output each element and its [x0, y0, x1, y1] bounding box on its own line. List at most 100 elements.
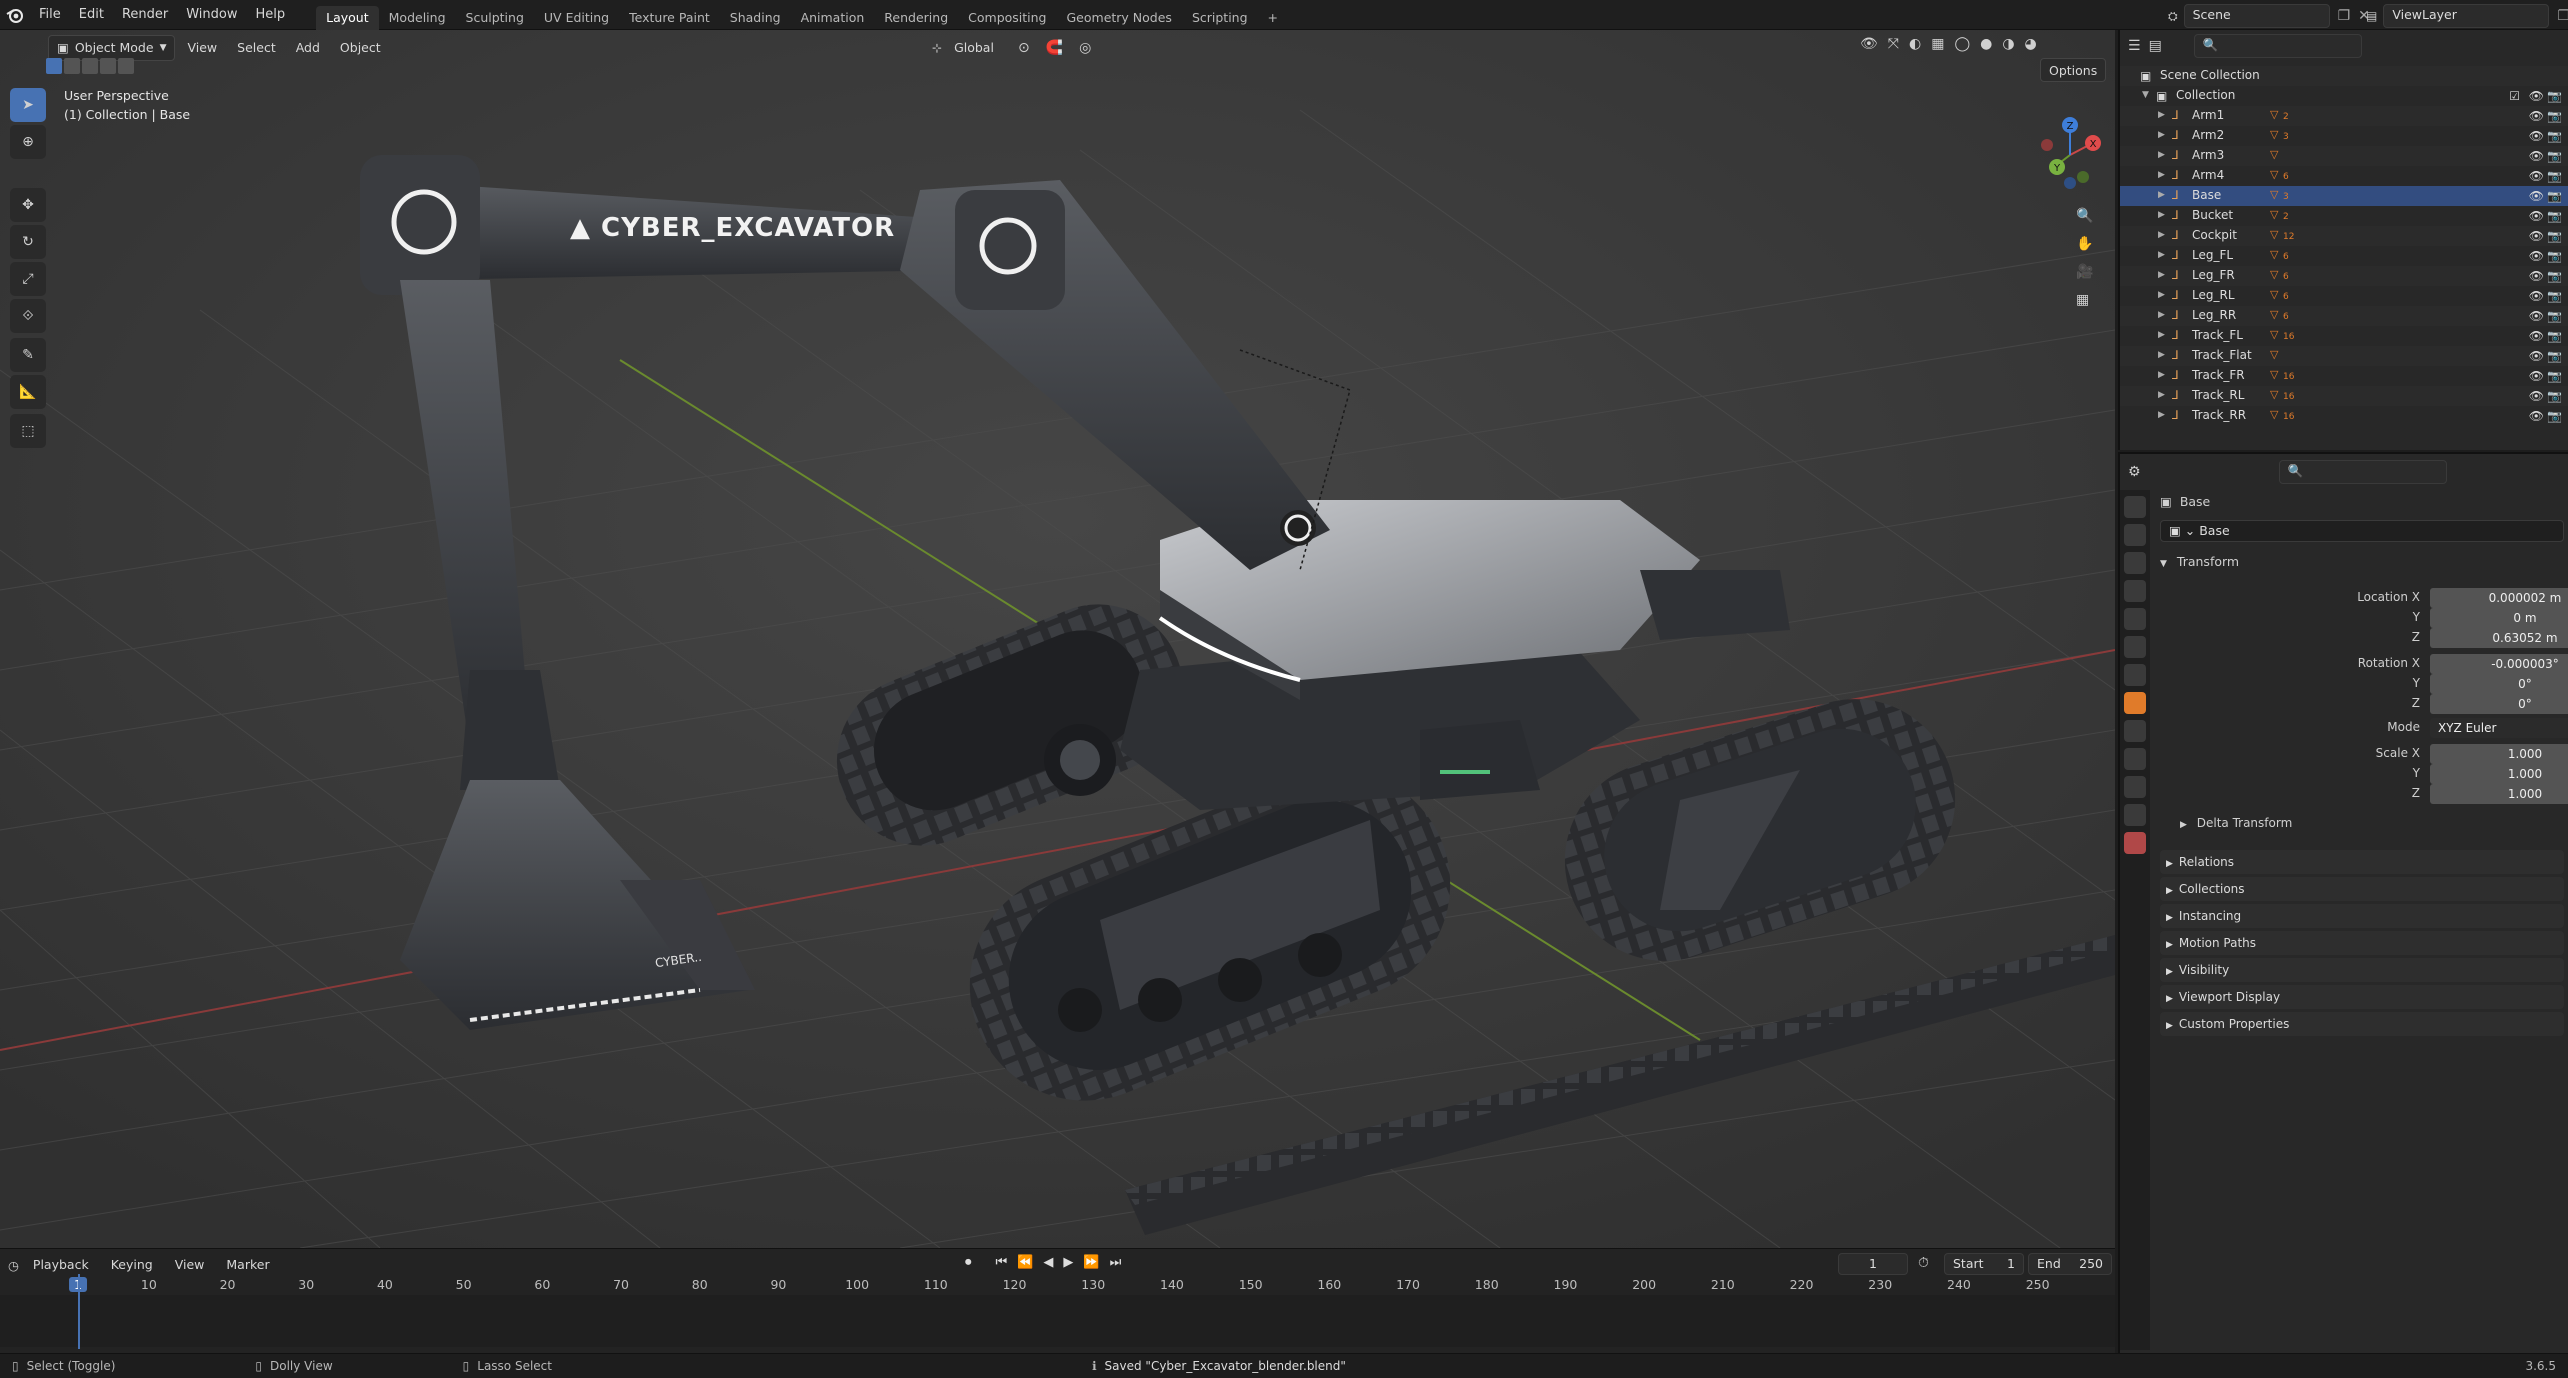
eye-icon[interactable]: 👁: [2529, 189, 2544, 203]
delta-transform-header[interactable]: ▶ Delta Transform: [2180, 816, 2292, 830]
collection-row[interactable]: ▼ ▣ Collection ☑ 👁 📷: [2120, 86, 2568, 106]
render-camera-icon[interactable]: 📷: [2547, 109, 2562, 123]
menu-view[interactable]: View: [179, 36, 225, 60]
scale-tool[interactable]: ⤢: [10, 262, 46, 296]
outliner-item-arm3[interactable]: ▶ ⅃ Arm3 ▽ 👁 📷: [2120, 146, 2568, 166]
outliner-item-arm2[interactable]: ▶ ⅃ Arm2 ▽ 3 👁 📷: [2120, 126, 2568, 146]
expand-arrow-icon[interactable]: ▶: [2158, 170, 2165, 180]
overlay-toggle-icon[interactable]: ◐: [1909, 36, 1921, 52]
mesh-data-icon[interactable]: ▽: [2270, 248, 2278, 261]
proportional-edit-icon[interactable]: ◎: [1079, 40, 1091, 56]
rotate-tool[interactable]: ↻: [10, 225, 46, 259]
render-camera-icon[interactable]: 📷: [2547, 189, 2562, 203]
modifier-tab-icon[interactable]: [2124, 720, 2146, 742]
expand-arrow-icon[interactable]: ▶: [2158, 410, 2165, 420]
menu-file[interactable]: File: [30, 0, 70, 30]
render-tab-icon[interactable]: [2124, 524, 2146, 546]
options-dropdown[interactable]: Options: [2040, 58, 2107, 82]
panel-collections[interactable]: ▶ Collections: [2160, 877, 2564, 901]
outliner-item-arm1[interactable]: ▶ ⅃ Arm1 ▽ 2 👁 📷: [2120, 106, 2568, 126]
timeline-editor[interactable]: ◷ Playback Keying View Marker ⏺ ⏮ ⏪ ◀ ▶ …: [0, 1248, 2115, 1353]
expand-arrow-icon[interactable]: ▶: [2158, 370, 2165, 380]
render-camera-icon[interactable]: 📷: [2547, 389, 2562, 403]
mesh-data-icon[interactable]: ▽: [2270, 148, 2278, 161]
mesh-data-icon[interactable]: ▽: [2270, 168, 2278, 181]
pan-hand-icon[interactable]: ✋: [2076, 236, 2093, 252]
render-camera-icon[interactable]: 📷: [2547, 369, 2562, 383]
rotation-z-field[interactable]: 0°: [2430, 694, 2568, 714]
expand-arrow-icon[interactable]: ▶: [2158, 330, 2165, 340]
transform-orientation-label[interactable]: Global: [946, 36, 1002, 60]
annotate-tool[interactable]: ✎: [10, 338, 46, 372]
xray-icon[interactable]: ▦: [1931, 36, 1944, 52]
constraints-tab-icon[interactable]: [2124, 776, 2146, 798]
output-tab-icon[interactable]: [2124, 552, 2146, 574]
render-camera-icon[interactable]: 📷: [2547, 289, 2562, 303]
render-camera-icon[interactable]: 📷: [2547, 309, 2562, 323]
eye-icon[interactable]: 👁: [2529, 389, 2544, 403]
tab-sculpting[interactable]: Sculpting: [456, 6, 534, 30]
render-camera-icon[interactable]: 📷: [2547, 329, 2562, 343]
eye-icon[interactable]: 👁: [2529, 89, 2544, 103]
eye-icon[interactable]: 👁: [2529, 149, 2544, 163]
eye-icon[interactable]: 👁: [2529, 329, 2544, 343]
menu-add[interactable]: Add: [288, 36, 328, 60]
collection-tab-icon[interactable]: [2124, 664, 2146, 686]
menu-window[interactable]: Window: [177, 0, 246, 30]
outliner-item-base[interactable]: ▶ ⅃ Base ▽ 3 👁 📷: [2120, 186, 2568, 206]
select-invert-icon[interactable]: [100, 58, 116, 74]
outliner-editor-icon[interactable]: ☰: [2128, 38, 2141, 54]
visibility-icon[interactable]: 👁: [1860, 36, 1878, 52]
scale-y-field[interactable]: 1.000: [2430, 764, 2568, 784]
object-name-input[interactable]: ▣ ⌄ Base: [2160, 520, 2564, 542]
blender-logo-icon[interactable]: [0, 0, 30, 30]
render-camera-icon[interactable]: 📷: [2547, 409, 2562, 423]
select-extend-icon[interactable]: [64, 58, 80, 74]
outliner-item-leg-rr[interactable]: ▶ ⅃ Leg_RR ▽ 6 👁 📷: [2120, 306, 2568, 326]
eye-icon[interactable]: 👁: [2529, 309, 2544, 323]
rotation-y-field[interactable]: 0°: [2430, 674, 2568, 694]
physics-tab-icon[interactable]: [2124, 748, 2146, 770]
outliner-item-track-rr[interactable]: ▶ ⅃ Track_RR ▽ 16 👁 📷: [2120, 406, 2568, 426]
pivot-icon[interactable]: ⊙: [1018, 40, 1030, 56]
location-x-field[interactable]: 0.000002 m: [2430, 588, 2568, 608]
scene-selector[interactable]: ⛭ Scene ❐ ✕: [2168, 4, 2370, 28]
location-z-field[interactable]: 0.63052 m: [2430, 628, 2568, 648]
expand-arrow-icon[interactable]: ▶: [2158, 130, 2165, 140]
eye-icon[interactable]: 👁: [2529, 289, 2544, 303]
tab-scripting[interactable]: Scripting: [1182, 6, 1258, 30]
eye-icon[interactable]: 👁: [2529, 349, 2544, 363]
mesh-data-icon[interactable]: ▽: [2270, 288, 2278, 301]
panel-relations[interactable]: ▶ Relations: [2160, 850, 2564, 874]
tab-uv-editing[interactable]: UV Editing: [534, 6, 619, 30]
properties-panel[interactable]: ⚙ 🔍 ▣ Base ▣ ⌄ Base ▼ Transform Location…: [2118, 452, 2568, 1353]
select-subtract-icon[interactable]: [82, 58, 98, 74]
eye-icon[interactable]: 👁: [2529, 129, 2544, 143]
outliner-item-track-rl[interactable]: ▶ ⅃ Track_RL ▽ 16 👁 📷: [2120, 386, 2568, 406]
expand-arrow-icon[interactable]: ▶: [2158, 350, 2165, 360]
select-new-icon[interactable]: [46, 58, 62, 74]
select-box-tool[interactable]: ➤: [10, 88, 46, 122]
display-mode-icon[interactable]: ▤: [2149, 38, 2162, 54]
render-camera-icon[interactable]: 📷: [2547, 249, 2562, 263]
eye-icon[interactable]: 👁: [2529, 249, 2544, 263]
view-layer-field[interactable]: ViewLayer: [2383, 4, 2550, 28]
render-camera-icon[interactable]: 📷: [2547, 169, 2562, 183]
render-camera-icon[interactable]: 📷: [2547, 129, 2562, 143]
eye-icon[interactable]: 👁: [2529, 229, 2544, 243]
eye-icon[interactable]: 👁: [2529, 369, 2544, 383]
rotation-mode-dropdown[interactable]: XYZ Euler: [2430, 718, 2568, 738]
expand-arrow-icon[interactable]: ▶: [2158, 290, 2165, 300]
zoom-icon[interactable]: 🔍: [2076, 208, 2093, 224]
scene-collection-row[interactable]: ▣ Scene Collection: [2120, 66, 2568, 86]
mesh-data-icon[interactable]: ▽: [2270, 328, 2278, 341]
mesh-data-icon[interactable]: ▽: [2270, 128, 2278, 141]
render-camera-icon[interactable]: 📷: [2547, 269, 2562, 283]
shading-solid-icon[interactable]: ●: [1980, 36, 1992, 52]
panel-instancing[interactable]: ▶ Instancing: [2160, 904, 2564, 928]
mesh-data-icon[interactable]: ▽: [2270, 208, 2278, 221]
add-workspace-button[interactable]: +: [1258, 6, 1288, 30]
tool-tab-icon[interactable]: [2124, 496, 2146, 518]
cursor-tool[interactable]: ⊕: [10, 125, 46, 159]
mesh-data-icon[interactable]: ▽: [2270, 348, 2278, 361]
